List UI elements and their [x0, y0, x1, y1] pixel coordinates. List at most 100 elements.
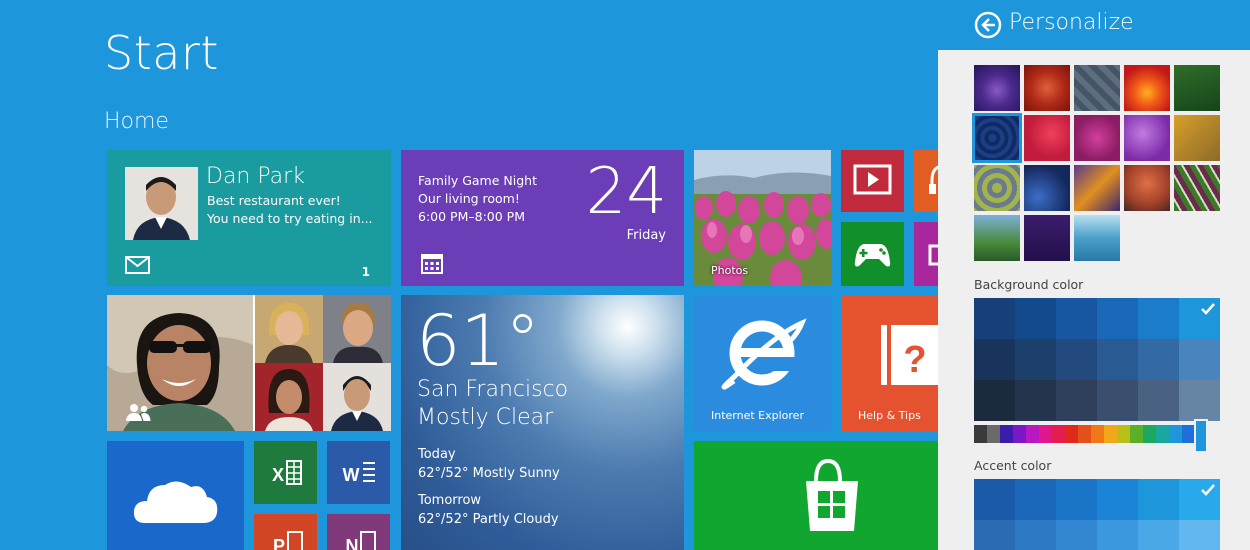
bg-swatch[interactable] [974, 298, 1015, 339]
onenote-letter: N [346, 536, 359, 550]
bg-swatch[interactable] [1179, 339, 1220, 380]
start-title: Start [104, 26, 219, 80]
bg-swatch[interactable] [1097, 298, 1138, 339]
pattern-15[interactable] [1174, 165, 1220, 211]
pattern-7[interactable] [1024, 115, 1070, 161]
mail-preview: You need to try eating in... [207, 211, 373, 226]
accent-swatch[interactable] [1056, 479, 1097, 520]
people-tile[interactable] [107, 295, 391, 431]
calendar-tile[interactable]: Family Game Night Our living room! 6:00 … [401, 150, 684, 286]
weather-tile[interactable]: 61° San Francisco Mostly Clear Today 62°… [401, 295, 684, 550]
pattern-13[interactable] [1074, 165, 1120, 211]
checkmark-icon [1201, 303, 1215, 315]
internet-explorer-label: Internet Explorer [711, 409, 804, 422]
calendar-day-number: 24 [585, 155, 667, 229]
excel-tile[interactable]: X [254, 441, 317, 504]
accent-swatch-selected[interactable] [1179, 479, 1220, 520]
photos-label: Photos [711, 264, 749, 277]
bg-swatch[interactable] [1015, 339, 1056, 380]
contact-photo [125, 167, 198, 240]
weather-today-forecast: 62°/52° Mostly Sunny [418, 466, 560, 481]
word-icon: W [343, 462, 375, 485]
mail-tile[interactable]: Dan Park Best restaurant ever! You need … [107, 150, 391, 286]
video-tile[interactable] [841, 150, 904, 212]
calendar-event-title: Family Game Night [418, 173, 537, 188]
weather-city: San Francisco [417, 377, 569, 402]
pattern-2[interactable] [1024, 65, 1070, 111]
pattern-1[interactable] [974, 65, 1020, 111]
accent-swatch[interactable] [1138, 520, 1179, 550]
pattern-11[interactable] [974, 165, 1020, 211]
bg-swatch[interactable] [1138, 380, 1179, 421]
weather-temperature: 61° [416, 300, 541, 382]
bg-swatch[interactable] [974, 339, 1015, 380]
excel-icon: X [272, 460, 302, 485]
pattern-16[interactable] [974, 215, 1020, 261]
weather-today-label: Today [418, 447, 456, 462]
video-play-icon [853, 164, 892, 195]
pattern-8[interactable] [1074, 115, 1120, 161]
accent-swatch[interactable] [1138, 479, 1179, 520]
contact-photo-2 [255, 295, 323, 363]
bg-swatch[interactable] [1056, 339, 1097, 380]
bg-swatch[interactable] [1138, 298, 1179, 339]
pattern-9[interactable] [1124, 115, 1170, 161]
bg-swatch[interactable] [1056, 298, 1097, 339]
bg-swatch-selected[interactable] [1179, 298, 1220, 339]
accent-swatch[interactable] [1056, 520, 1097, 550]
back-arrow-icon[interactable] [974, 11, 1002, 39]
svg-text:?: ? [903, 339, 926, 381]
pattern-14[interactable] [1124, 165, 1170, 211]
accent-swatch[interactable] [1015, 520, 1056, 550]
accent-swatch[interactable] [1179, 520, 1220, 550]
powerpoint-icon: P [273, 531, 303, 550]
pattern-3[interactable] [1074, 65, 1120, 111]
pattern-18[interactable] [1074, 215, 1120, 261]
powerpoint-tile[interactable]: P [254, 514, 317, 550]
checkmark-icon [1201, 484, 1215, 496]
bg-swatch[interactable] [1097, 339, 1138, 380]
word-tile[interactable]: W [327, 441, 390, 504]
bg-swatch[interactable] [974, 380, 1015, 421]
weather-condition: Mostly Clear [417, 405, 554, 430]
bg-swatch[interactable] [1138, 339, 1179, 380]
pattern-4[interactable] [1124, 65, 1170, 111]
contact-photo-5 [323, 363, 391, 431]
onedrive-tile[interactable] [107, 441, 244, 550]
weather-tomorrow-forecast: 62°/52° Partly Cloudy [418, 512, 559, 527]
contact-photo-4 [255, 363, 323, 431]
accent-color-label: Accent color [974, 458, 1052, 473]
excel-letter: X [272, 465, 284, 485]
internet-explorer-tile[interactable]: Internet Explorer [694, 295, 831, 431]
game-controller-icon [854, 244, 891, 267]
bg-swatch[interactable] [1179, 380, 1220, 421]
mail-subject: Best restaurant ever! [207, 193, 341, 208]
bg-swatch[interactable] [1097, 380, 1138, 421]
games-tile[interactable] [841, 222, 904, 286]
word-letter: W [343, 465, 360, 485]
people-icon [126, 404, 151, 421]
pattern-10[interactable] [1174, 115, 1220, 161]
photos-tile[interactable]: Photos [694, 150, 831, 286]
onenote-tile[interactable]: N [327, 514, 390, 550]
pattern-17[interactable] [1024, 215, 1070, 261]
accent-swatch[interactable] [974, 520, 1015, 550]
group-title-home[interactable]: Home [104, 109, 169, 134]
store-tile[interactable] [694, 441, 951, 550]
calendar-weekday: Friday [626, 228, 666, 243]
pattern-6-selected[interactable] [972, 113, 1022, 163]
accent-swatch[interactable] [1015, 479, 1056, 520]
accent-swatch[interactable] [974, 479, 1015, 520]
bg-swatch[interactable] [1056, 380, 1097, 421]
accent-swatch[interactable] [1097, 520, 1138, 550]
accent-swatch[interactable] [1097, 479, 1138, 520]
help-tips-label: Help & Tips [858, 409, 921, 422]
hue-slider-thumb[interactable] [1194, 419, 1208, 453]
pattern-5[interactable] [1174, 65, 1220, 111]
calendar-icon [421, 254, 443, 274]
pattern-12[interactable] [1024, 165, 1070, 211]
background-color-label: Background color [974, 277, 1084, 292]
bg-swatch[interactable] [1015, 298, 1056, 339]
help-tips-tile[interactable]: ? Help & Tips [841, 295, 951, 431]
bg-swatch[interactable] [1015, 380, 1056, 421]
